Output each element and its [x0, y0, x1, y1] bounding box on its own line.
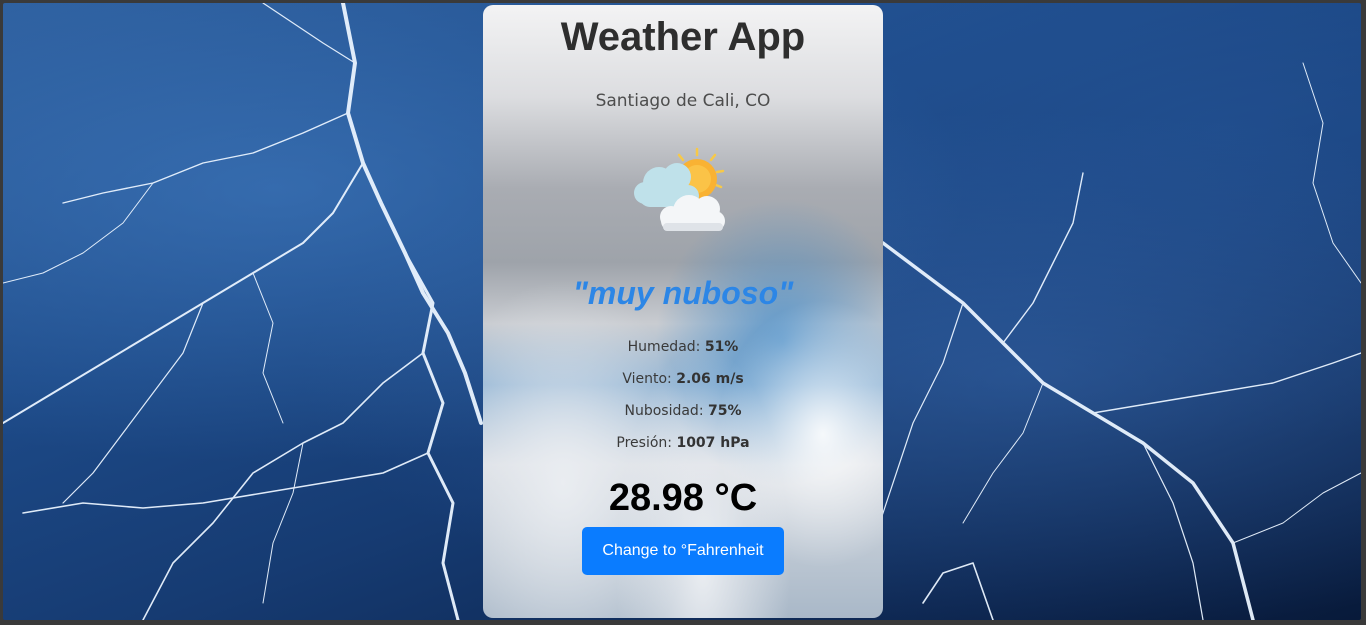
- location-label: Santiago de Cali, CO: [595, 91, 771, 111]
- page-title: Weather App: [560, 15, 806, 59]
- pressure-value: 1007 hPa: [676, 435, 750, 451]
- temperature-value: 28.98 °C: [608, 477, 758, 519]
- wind-value: 2.06 m/s: [676, 371, 744, 387]
- humidity-stat: Humedad: 51%: [627, 339, 739, 355]
- cloudiness-value: 75%: [708, 403, 742, 419]
- humidity-value: 51%: [704, 339, 739, 355]
- wind-stat: Viento: 2.06 m/s: [622, 371, 744, 387]
- partly-cloudy-sun-icon: [631, 141, 735, 237]
- weather-description: "muy nuboso": [572, 275, 794, 311]
- weather-stats: Humedad: 51% Viento: 2.06 m/s Nubosidad:…: [483, 337, 883, 465]
- toggle-unit-button[interactable]: Change to °Fahrenheit: [582, 527, 784, 575]
- pressure-stat: Presión: 1007 hPa: [616, 435, 750, 451]
- app-window: Weather App Santiago de Cali, CO "muy nu…: [3, 3, 1361, 620]
- weather-card: Weather App Santiago de Cali, CO "muy nu…: [483, 5, 883, 618]
- cloudiness-stat: Nubosidad: 75%: [624, 403, 742, 419]
